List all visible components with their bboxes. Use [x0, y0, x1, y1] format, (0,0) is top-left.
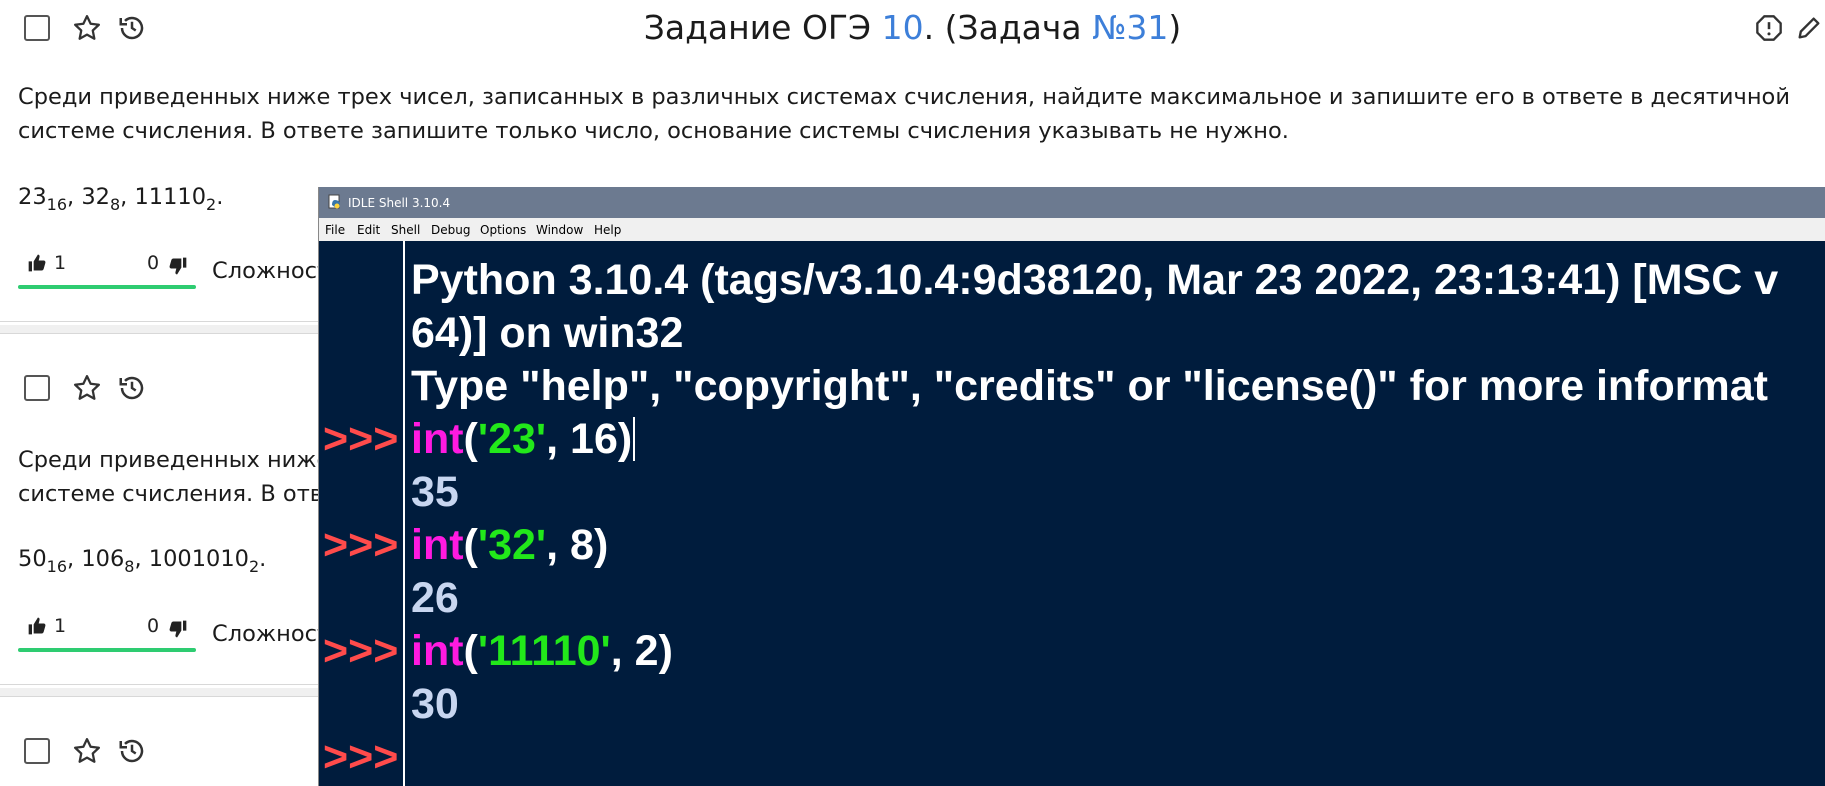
idle-menu-bar: File Edit Shell Debug Options Window Hel…	[319, 218, 1825, 242]
problem-number-link[interactable]: №31	[1092, 8, 1168, 47]
history-icon[interactable]	[115, 371, 149, 405]
problem-1-numbers: 2316, 328, 111102.	[18, 184, 224, 214]
divider	[0, 321, 318, 322]
menu-debug[interactable]: Debug	[431, 223, 470, 237]
idle-title-bar[interactable]: IDLE Shell 3.10.4	[319, 187, 1825, 218]
divider	[0, 333, 318, 334]
divider	[0, 688, 318, 696]
difficulty-label: Сложност	[212, 258, 331, 284]
problem-1-text-line-1: Среди приведенных ниже трех чисел, запис…	[18, 84, 1790, 110]
favorite-checkbox-2[interactable]	[24, 375, 50, 401]
favorite-checkbox-3[interactable]	[24, 738, 50, 764]
dislikes-count: 0	[147, 252, 160, 274]
command-line: int('23', 16)	[411, 415, 636, 464]
thumbs-up-icon[interactable]	[27, 616, 47, 640]
idle-app-icon	[328, 194, 340, 209]
banner-line: Type "help", "copyright", "credits" or "…	[411, 362, 1768, 410]
menu-help[interactable]: Help	[594, 223, 621, 237]
divider	[0, 684, 318, 685]
command-line: int('32', 8)	[411, 521, 609, 569]
likes-count: 1	[54, 252, 67, 274]
command-output: 30	[411, 680, 459, 728]
star-icon[interactable]	[70, 734, 104, 768]
task-number-link[interactable]: 10	[882, 8, 924, 47]
vote-ratio-bar	[18, 648, 196, 652]
history-icon[interactable]	[115, 734, 149, 768]
shell-prompt: >>>	[323, 415, 399, 463]
menu-window[interactable]: Window	[536, 223, 583, 237]
banner-line: Python 3.10.4 (tags/v3.10.4:9d38120, Mar…	[411, 256, 1779, 304]
idle-window-title: IDLE Shell 3.10.4	[348, 196, 451, 210]
vote-ratio-bar	[18, 285, 196, 289]
command-output: 26	[411, 574, 459, 622]
menu-edit[interactable]: Edit	[357, 223, 380, 237]
problem-2-numbers: 5016, 1068, 10010102.	[18, 546, 267, 576]
divider	[0, 325, 318, 333]
page-title: Задание ОГЭ 10. (Задача №31)	[643, 8, 1182, 47]
menu-file[interactable]: File	[325, 223, 345, 237]
shell-output-area[interactable]: Python 3.10.4 (tags/v3.10.4:9d38120, Mar…	[319, 241, 1825, 786]
menu-options[interactable]: Options	[480, 223, 526, 237]
shell-prompt: >>>	[323, 627, 399, 675]
dislikes-count: 0	[147, 615, 160, 637]
banner-line: 64)] on win32	[411, 309, 684, 357]
likes-count: 1	[54, 615, 67, 637]
text-cursor	[633, 417, 636, 461]
thumbs-down-icon[interactable]	[168, 619, 188, 643]
command-line: int('11110', 2)	[411, 627, 673, 675]
difficulty-label: Сложност	[212, 621, 331, 647]
shell-prompt: >>>	[323, 521, 399, 569]
problem-2-text-line-2: системе счисления. В отв	[18, 481, 324, 507]
thumbs-up-icon[interactable]	[27, 253, 47, 277]
prompt-gutter	[319, 241, 405, 786]
star-icon[interactable]	[70, 371, 104, 405]
divider	[0, 696, 318, 697]
edit-icon[interactable]	[1793, 11, 1825, 45]
command-output: 35	[411, 468, 459, 516]
report-icon[interactable]	[1752, 11, 1786, 45]
problem-2-text-line-1: Среди приведенных ниже	[18, 447, 331, 473]
thumbs-down-icon[interactable]	[168, 256, 188, 280]
problem-1-text-line-2: системе счисления. В ответе запишите тол…	[18, 118, 1289, 144]
shell-prompt: >>>	[323, 733, 399, 781]
idle-shell-window[interactable]: IDLE Shell 3.10.4 File Edit Shell Debug …	[318, 187, 1825, 786]
menu-shell[interactable]: Shell	[391, 223, 420, 237]
